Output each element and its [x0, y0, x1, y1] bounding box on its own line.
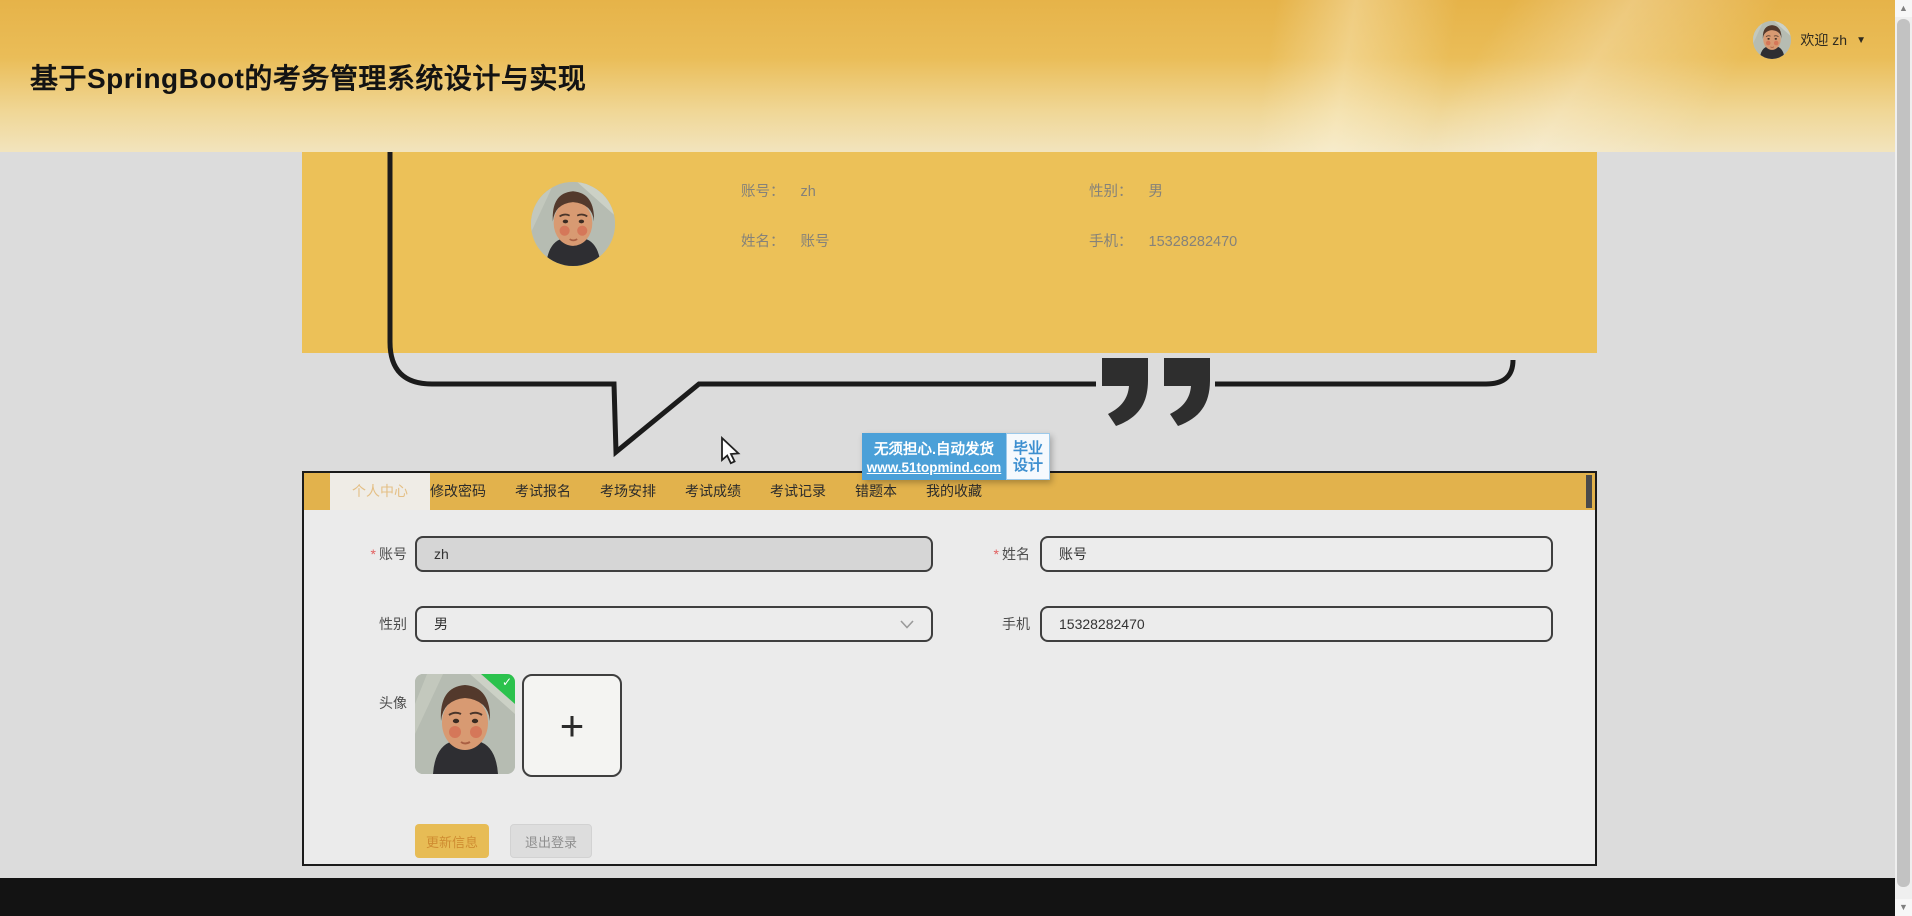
profile-name-label: 姓名：	[741, 232, 785, 252]
mouse-cursor	[720, 436, 746, 466]
profile-phone-value: 15328282470	[1149, 232, 1238, 252]
profile-account-label: 账号：	[741, 182, 785, 202]
update-info-button[interactable]: 更新信息	[415, 824, 489, 858]
phone-label: 手机	[864, 606, 1030, 642]
profile-avatar	[531, 182, 615, 266]
page-title: 基于SpringBoot的考务管理系统设计与实现	[30, 57, 586, 97]
gender-label: 性别	[304, 606, 407, 642]
scrollbar-down-arrow[interactable]: ▼	[1895, 899, 1912, 916]
watermark-tag-top: 毕业	[1013, 440, 1043, 457]
tab-exam-room[interactable]: 考场安排	[600, 473, 656, 510]
avatar-upload-button[interactable]: +	[522, 674, 622, 777]
name-label: *姓名	[864, 536, 1030, 572]
page-scrollbar[interactable]: ▲ ▼	[1895, 0, 1912, 916]
profile-phone-label: 手机：	[1089, 232, 1133, 252]
user-menu[interactable]: 欢迎 zh ▼	[1753, 21, 1866, 59]
profile-banner: 账号： zh 性别： 男 姓名： 账号 手机： 15328282470	[302, 152, 1597, 353]
avatar-upload-thumbnail[interactable]: ✓	[415, 674, 515, 774]
quote-mark-icon	[1102, 358, 1210, 426]
phone-input[interactable]	[1040, 606, 1553, 642]
profile-account-value: zh	[801, 182, 816, 202]
card-scrollbar-thumb[interactable]	[1586, 475, 1592, 508]
watermark-ad[interactable]: 无须担心.自动发货 www.51topmind.com 毕业 设计	[862, 433, 1050, 480]
header-light-ray	[932, 0, 1672, 152]
watermark-line1: 无须担心.自动发货	[862, 438, 1006, 459]
tab-personal-center[interactable]: 个人中心	[330, 473, 430, 510]
profile-gender: 性别： 男	[1089, 182, 1237, 202]
watermark-text-box: 无须担心.自动发货 www.51topmind.com	[862, 433, 1006, 480]
scrollbar-thumb[interactable]	[1897, 19, 1910, 887]
tab-change-password[interactable]: 修改密码	[430, 473, 486, 510]
check-icon: ✓	[502, 675, 512, 689]
tab-exam-scores[interactable]: 考试成绩	[685, 473, 741, 510]
gender-select[interactable]: 男	[415, 606, 933, 642]
profile-phone: 手机： 15328282470	[1089, 232, 1237, 252]
caret-down-icon[interactable]: ▼	[1856, 35, 1866, 46]
gender-select-value: 男	[434, 614, 448, 634]
watermark-tag-bottom: 设计	[1013, 457, 1043, 474]
avatar-label: 头像	[304, 685, 407, 721]
watermark-url[interactable]: www.51topmind.com	[862, 460, 1006, 475]
profile-account: 账号： zh	[741, 182, 1089, 202]
tab-exam-registration[interactable]: 考试报名	[515, 473, 571, 510]
scrollbar-up-arrow[interactable]: ▲	[1895, 0, 1912, 17]
app-header: 基于SpringBoot的考务管理系统设计与实现 欢迎 zh ▼	[0, 0, 1912, 152]
welcome-text: 欢迎 zh	[1800, 30, 1847, 50]
profile-gender-label: 性别：	[1089, 182, 1133, 202]
account-label: *账号	[304, 536, 407, 572]
tab-exam-records[interactable]: 考试记录	[770, 473, 826, 510]
required-asterisk: *	[371, 546, 376, 562]
name-input[interactable]	[1040, 536, 1553, 572]
account-input[interactable]	[415, 536, 933, 572]
profile-name: 姓名： 账号	[741, 232, 1089, 252]
logout-button[interactable]: 退出登录	[510, 824, 592, 858]
profile-gender-value: 男	[1149, 182, 1164, 202]
profile-info-grid: 账号： zh 性别： 男 姓名： 账号 手机： 15328282470	[741, 182, 1237, 252]
user-avatar[interactable]	[1753, 21, 1791, 59]
profile-name-value: 账号	[801, 232, 830, 252]
required-asterisk: *	[994, 546, 999, 562]
watermark-tag: 毕业 设计	[1006, 433, 1050, 480]
page-footer	[0, 878, 1912, 916]
plus-icon: +	[560, 705, 585, 747]
profile-card: 个人中心 修改密码 考试报名 考场安排 考试成绩 考试记录 错题本 我的收藏 *…	[302, 471, 1597, 866]
